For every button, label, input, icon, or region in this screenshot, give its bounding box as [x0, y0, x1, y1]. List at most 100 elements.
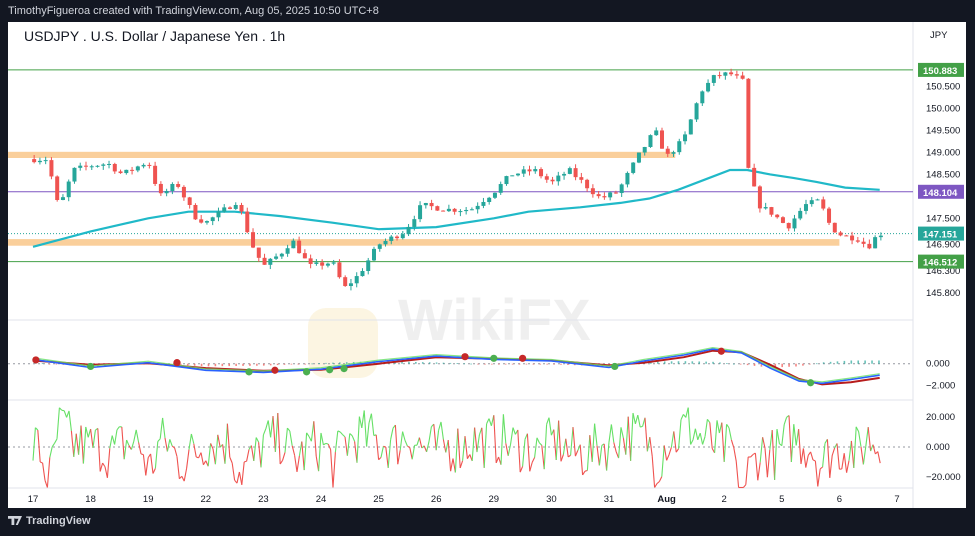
oscillator-segment	[262, 428, 267, 436]
oscillator-segment	[214, 434, 219, 465]
oscillator-segment	[176, 456, 180, 479]
candle	[343, 277, 348, 287]
oscillator-segment	[258, 442, 262, 468]
price-tag-resistance: 148.104	[923, 188, 958, 199]
candle	[734, 74, 739, 76]
macd-histogram-bar	[470, 363, 472, 365]
oscillator-segment	[493, 415, 497, 463]
macd-histogram-bar	[746, 363, 749, 366]
candle	[723, 72, 728, 76]
oscillator-segment	[418, 437, 423, 449]
oscillator-segment	[90, 428, 94, 448]
oscillator-segment	[282, 452, 286, 461]
candle	[176, 184, 181, 187]
oscillator-segment	[116, 426, 120, 431]
macd-histogram-bar	[504, 363, 507, 365]
candle	[533, 169, 538, 172]
oscillator-segment	[867, 427, 872, 452]
oscillator-segment	[709, 422, 713, 449]
oscillator-segment	[728, 427, 732, 440]
candle	[164, 190, 169, 194]
macd-histogram-bar	[822, 362, 825, 364]
oscillator-segment	[229, 457, 233, 464]
candle	[308, 258, 313, 264]
oscillator-segment	[510, 427, 514, 445]
oscillator-segment	[694, 428, 699, 440]
candle	[619, 184, 624, 194]
oscillator-segment	[742, 484, 747, 488]
candle	[441, 210, 446, 212]
macd-histogram-bar	[553, 363, 555, 365]
macd-histogram-bar	[449, 362, 452, 364]
chart-panel[interactable]: WikiFX 150.500 150.000 149.500 149.000 148.50…	[8, 22, 966, 508]
oscillator-segment	[678, 419, 682, 449]
oscillator-segment	[253, 437, 257, 461]
oscillator-segment	[109, 435, 113, 449]
oscillator-segment	[157, 438, 161, 442]
oscillator-segment	[474, 427, 478, 453]
macd-histogram-bar	[256, 363, 258, 366]
oscillator-segment	[663, 445, 668, 461]
candle	[268, 258, 273, 265]
macd-histogram-bar	[262, 363, 265, 366]
oscillator-segment	[193, 443, 197, 458]
macd-histogram-bar	[698, 361, 701, 364]
candle	[665, 148, 670, 154]
macd-histogram-bar	[290, 363, 293, 365]
oscillator-tick-label: 20.000	[926, 412, 955, 423]
candle	[838, 232, 843, 236]
oscillator-segment	[716, 420, 720, 434]
macd-histogram-bar	[477, 363, 479, 365]
macd-histogram-bar	[332, 362, 334, 364]
oscillator-segment	[572, 427, 576, 457]
candle	[325, 263, 330, 266]
candle	[809, 200, 814, 205]
oscillator-segment	[826, 439, 831, 478]
oscillator-segment	[646, 437, 651, 452]
oscillator-segment	[164, 437, 168, 452]
oscillator-segment	[68, 410, 72, 432]
candle	[78, 165, 83, 168]
oscillator-segment	[666, 454, 670, 461]
oscillator-segment	[536, 437, 540, 444]
oscillator-segment	[73, 433, 77, 457]
time-tick-label: 24	[316, 494, 327, 505]
macd-histogram-bar	[345, 362, 348, 364]
oscillator-segment	[342, 434, 346, 438]
price-tag-support: 146.512	[923, 258, 957, 269]
oscillator-segment	[99, 462, 104, 472]
oscillator-segment	[32, 427, 36, 461]
macd-histogram-bar	[269, 363, 272, 366]
candle	[222, 207, 227, 212]
time-tick-label: 18	[85, 494, 96, 505]
macd-cross-marker-bull	[245, 368, 253, 376]
macd-histogram-bar	[207, 363, 210, 367]
candle	[550, 179, 555, 182]
oscillator-segment	[637, 415, 641, 428]
macd-histogram-bar	[567, 363, 569, 365]
macd-histogram-bar	[788, 363, 790, 367]
oscillator-segment	[303, 432, 308, 471]
candle	[256, 247, 261, 258]
oscillator-segment	[310, 421, 315, 442]
macd-histogram-bar	[809, 363, 811, 365]
tradingview-logo[interactable]: TradingView	[8, 515, 91, 527]
oscillator-segment	[522, 439, 526, 467]
time-tick-label: 30	[546, 494, 557, 505]
oscillator-segment	[733, 447, 737, 462]
oscillator-segment	[385, 446, 389, 468]
oscillator-segment	[334, 430, 339, 453]
candle	[452, 208, 457, 212]
oscillator-segment	[783, 417, 788, 425]
candle	[861, 241, 866, 244]
macd-histogram-bar	[415, 361, 417, 364]
candle	[43, 160, 48, 162]
oscillator-segment	[390, 428, 394, 440]
top-bar: TimothyFigueroa created with TradingView…	[0, 0, 975, 22]
oscillator-segment	[584, 469, 588, 472]
oscillator-segment	[407, 445, 411, 449]
oscillator-segment	[80, 425, 84, 464]
chart-canvas[interactable]: WikiFX150.500150.000149.500149.000148.50…	[8, 22, 966, 508]
macd-cross-marker-bear	[717, 347, 725, 355]
oscillator-segment	[754, 453, 759, 481]
